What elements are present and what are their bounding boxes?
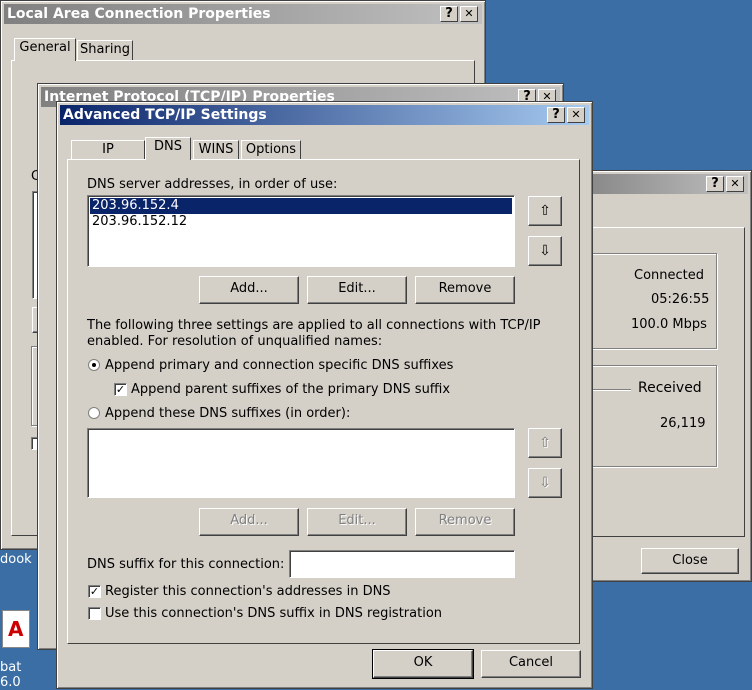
checkbox-register-addresses-label[interactable]: Register this connection's addresses in … xyxy=(105,584,391,599)
adv-close-button[interactable]: ✕ xyxy=(567,107,585,123)
arrow-up-icon: ⇧ xyxy=(539,203,551,219)
dns-move-down-button[interactable]: ⇩ xyxy=(528,236,562,266)
cancel-button[interactable]: Cancel xyxy=(481,650,581,678)
lac-titlebar: Local Area Connection Properties ? ✕ xyxy=(4,4,482,24)
advanced-tcpip-window: Advanced TCP/IP Settings ? ✕ IP Settings… xyxy=(56,101,593,689)
lac-tab-sharing[interactable]: Sharing xyxy=(77,40,133,60)
status-separator xyxy=(591,389,631,390)
radio-append-primary[interactable] xyxy=(88,359,100,371)
radio-append-primary-label[interactable]: Append primary and connection specific D… xyxy=(105,358,453,373)
dns-move-up-button[interactable]: ⇧ xyxy=(528,196,562,226)
status-close-button[interactable]: ✕ xyxy=(726,176,744,192)
checkbox-register-addresses[interactable]: ✓ xyxy=(88,585,101,598)
list-item[interactable]: 203.96.152.4 xyxy=(90,198,512,214)
desktop-icon-outlook-label: dook xyxy=(0,552,32,567)
tab-ip-settings[interactable]: IP Settings xyxy=(71,140,145,175)
dns-servers-list[interactable]: 203.96.152.4 203.96.152.12 xyxy=(87,195,515,267)
lac-tab-general[interactable]: General xyxy=(14,38,76,61)
tab-dns[interactable]: DNS xyxy=(145,137,191,160)
lac-close-button[interactable]: ✕ xyxy=(460,6,478,22)
radio-append-these-label[interactable]: Append these DNS suffixes (in order): xyxy=(105,406,350,421)
suffix-add-button[interactable]: Add... xyxy=(199,508,299,536)
desktop-icon-acrobat[interactable]: A bat 6.0 xyxy=(0,610,40,690)
arrow-up-icon: ⇧ xyxy=(539,435,551,451)
info-text-line2: enabled. For resolution of unqualified n… xyxy=(87,334,383,349)
checkbox-use-suffix[interactable] xyxy=(88,607,101,620)
radio-append-these[interactable] xyxy=(88,407,100,419)
suffix-move-down-button[interactable]: ⇩ xyxy=(528,468,562,498)
list-item[interactable]: 203.96.152.12 xyxy=(90,214,512,230)
lac-title: Local Area Connection Properties xyxy=(7,6,271,22)
checkbox-append-parent-label[interactable]: Append parent suffixes of the primary DN… xyxy=(131,382,450,397)
arrow-down-icon: ⇩ xyxy=(539,243,551,259)
status-received-value: 26,119 xyxy=(660,416,706,431)
adv-title: Advanced TCP/IP Settings xyxy=(63,107,267,123)
status-received-label: Received xyxy=(638,380,702,396)
adv-help-button[interactable]: ? xyxy=(547,107,565,123)
status-speed: 100.0 Mbps xyxy=(631,317,707,332)
status-help-button[interactable]: ? xyxy=(706,176,724,192)
dns-edit-button[interactable]: Edit... xyxy=(307,276,407,304)
status-duration: 05:26:55 xyxy=(651,292,710,307)
dns-add-button[interactable]: Add... xyxy=(199,276,299,304)
suffix-remove-button[interactable]: Remove xyxy=(415,508,515,536)
tab-options[interactable]: Options xyxy=(241,140,301,160)
adv-titlebar: Advanced TCP/IP Settings ? ✕ xyxy=(60,105,589,125)
dns-suffix-list[interactable] xyxy=(87,428,515,498)
dns-remove-button[interactable]: Remove xyxy=(415,276,515,304)
tab-wins[interactable]: WINS xyxy=(193,140,239,160)
dns-servers-label: DNS server addresses, in order of use: xyxy=(87,177,338,192)
dns-suffix-label: DNS suffix for this connection: xyxy=(87,557,285,572)
checkbox-use-suffix-label[interactable]: Use this connection's DNS suffix in DNS … xyxy=(105,606,442,621)
suffix-move-up-button[interactable]: ⇧ xyxy=(528,428,562,458)
dns-suffix-input[interactable] xyxy=(289,550,515,578)
status-connected: Connected xyxy=(634,268,705,283)
acrobat-icon: A xyxy=(2,610,30,648)
info-text-line1: The following three settings are applied… xyxy=(87,318,541,333)
status-close-btn[interactable]: Close xyxy=(641,548,739,574)
checkbox-append-parent[interactable]: ✓ xyxy=(114,383,127,396)
desktop-icon-acrobat-label: bat 6.0 xyxy=(0,660,22,690)
arrow-down-icon: ⇩ xyxy=(539,475,551,491)
lac-help-button[interactable]: ? xyxy=(440,6,458,22)
suffix-edit-button[interactable]: Edit... xyxy=(307,508,407,536)
ok-button[interactable]: OK xyxy=(372,649,474,679)
